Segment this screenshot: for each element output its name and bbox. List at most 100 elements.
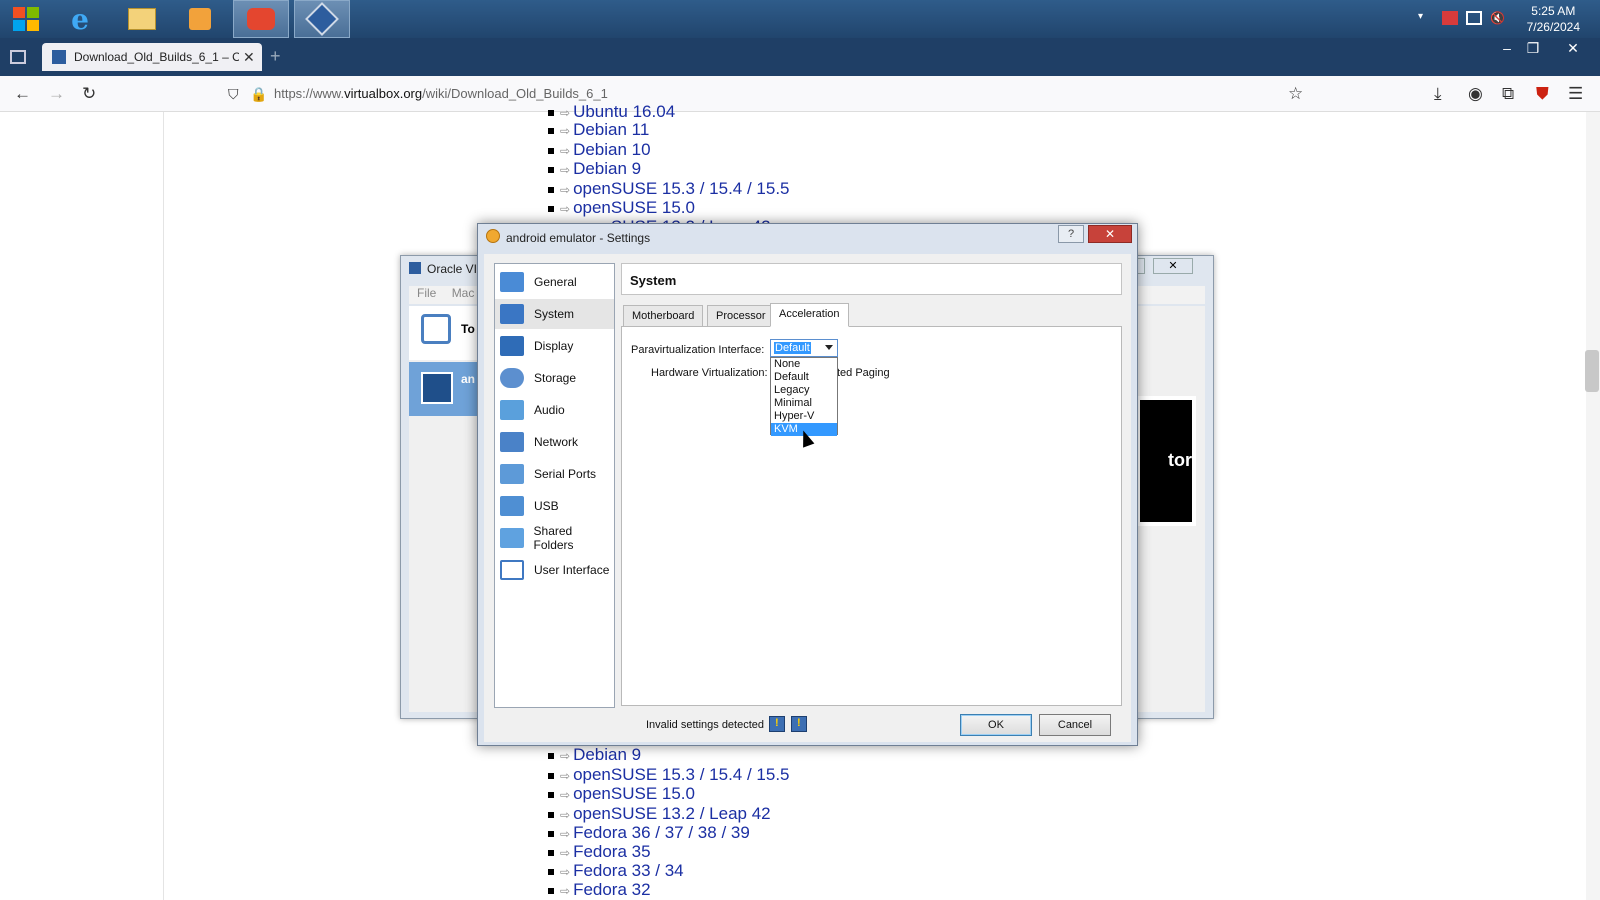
browser-tab[interactable]: Download_Old_Builds_6_1 – Or ✕ — [42, 43, 262, 71]
sidebar-item-usb[interactable]: USB — [495, 491, 614, 521]
start-button[interactable] — [6, 0, 46, 38]
tools-item[interactable]: To — [409, 306, 485, 360]
sidebar-item-shared-folders[interactable]: Shared Folders — [495, 523, 614, 553]
external-link-icon: ⇨ — [560, 769, 571, 783]
firefox-taskbar-button[interactable] — [233, 0, 289, 38]
back-icon[interactable]: ← — [14, 84, 31, 104]
media-player-taskbar-button[interactable] — [178, 0, 222, 38]
scrollbar-thumb[interactable] — [1585, 350, 1599, 392]
option-hyper-v[interactable]: Hyper-V — [771, 410, 837, 423]
minimize-icon[interactable]: – — [1494, 40, 1520, 62]
shield-icon[interactable]: ⛉ — [228, 86, 239, 103]
sidebar-item-serial-ports[interactable]: Serial Ports — [495, 459, 614, 489]
clock[interactable]: 5:25 AM 7/26/2024 — [1527, 3, 1580, 35]
shared-folder-icon — [500, 528, 524, 548]
android-vm-icon — [421, 372, 453, 404]
new-tab-icon[interactable]: + — [270, 46, 281, 67]
sidebar-item-network[interactable]: Network — [495, 427, 614, 457]
volume-muted-icon[interactable]: 🔇 — [1490, 11, 1506, 25]
explorer-taskbar-button[interactable] — [120, 0, 164, 38]
sidebar-item-audio[interactable]: Audio — [495, 395, 614, 425]
ok-button[interactable]: OK — [960, 714, 1032, 736]
serial-port-icon — [500, 464, 524, 484]
manager-close-icon[interactable]: ✕ — [1153, 258, 1193, 274]
list-item[interactable]: ⇨openSUSE 13.2 / Leap 42 — [548, 804, 771, 824]
close-dialog-button[interactable]: ✕ — [1088, 225, 1132, 243]
forward-icon[interactable]: → — [48, 84, 65, 104]
nested-paging-checkbox-label[interactable]: ted Paging — [837, 367, 890, 379]
network-icon[interactable] — [1466, 11, 1482, 25]
ublock-icon[interactable]: ⛊ — [1536, 84, 1549, 104]
external-link-icon: ⇨ — [560, 788, 571, 802]
tools-label: To — [461, 322, 475, 336]
url-bar[interactable]: https://www.virtualbox.org/wiki/Download… — [274, 86, 608, 101]
external-link-icon: ⇨ — [560, 163, 571, 177]
tab-processor[interactable]: Processor — [707, 305, 775, 327]
account-icon[interactable]: ◉ — [1468, 84, 1483, 104]
list-item[interactable]: ⇨ Debian 11 — [548, 120, 649, 140]
firefox-icon — [247, 8, 275, 30]
list-item[interactable]: ⇨ Fedora 35 — [548, 842, 651, 862]
list-item[interactable]: ⇨ openSUSE 15.3 / 15.4 / 15.5 — [548, 765, 790, 785]
tools-icon — [421, 314, 451, 344]
menu-icon[interactable]: ☰ — [1568, 84, 1583, 104]
downloads-icon[interactable]: ⤓ — [1434, 84, 1442, 104]
list-item[interactable]: ⇨ Fedora 33 / 34 — [548, 861, 684, 881]
ie-taskbar-button[interactable]: e — [58, 0, 102, 38]
browser-tab-bar: Download_Old_Builds_6_1 – Or ✕ + — [0, 38, 1600, 76]
internet-explorer-icon: e — [71, 2, 89, 36]
list-item[interactable]: ⇨ openSUSE 15.0 — [548, 198, 695, 218]
section-title: System — [621, 263, 1122, 295]
sidebar-item-user-interface[interactable]: User Interface — [495, 555, 614, 585]
help-button[interactable]: ? — [1058, 225, 1084, 243]
tab-motherboard[interactable]: Motherboard — [623, 305, 704, 327]
virtualbox-taskbar-button[interactable] — [294, 0, 350, 38]
list-item[interactable]: ⇨ Ubuntu 16.04 — [548, 102, 675, 122]
windows-logo-icon — [13, 7, 39, 31]
tab-acceleration[interactable]: Acceleration — [770, 303, 849, 327]
action-center-icon[interactable] — [1442, 11, 1458, 25]
close-tab-icon[interactable]: ✕ — [243, 49, 255, 66]
sidebar-item-system[interactable]: System — [495, 299, 614, 329]
paravirtualization-label: Paravirtualization Interface: — [631, 344, 765, 356]
cancel-button[interactable]: Cancel — [1039, 714, 1111, 736]
vm-label: an — [461, 372, 476, 386]
extensions-icon[interactable]: ⧉ — [1502, 84, 1514, 104]
warning-icon[interactable] — [769, 716, 785, 732]
page-scrollbar[interactable] — [1586, 112, 1600, 900]
tab-overview-icon[interactable] — [10, 50, 26, 64]
list-item[interactable]: ⇨ Fedora 36 / 37 / 38 / 39 — [548, 823, 750, 843]
sidebar-item-display[interactable]: Display — [495, 331, 614, 361]
url-prefix: https://www. — [274, 86, 345, 101]
option-none[interactable]: None — [771, 358, 837, 371]
virtualbox-icon — [409, 262, 421, 274]
external-link-icon: ⇨ — [560, 846, 571, 860]
settings-dialog[interactable]: android emulator - Settings ? ✕ General … — [477, 223, 1138, 746]
list-item[interactable]: ⇨ openSUSE 15.3 / 15.4 / 15.5 — [548, 179, 790, 199]
close-window-icon[interactable]: ✕ — [1560, 40, 1586, 62]
restore-icon[interactable]: ❐ — [1520, 40, 1546, 62]
list-item[interactable]: ⇨ Debian 9 — [548, 159, 641, 179]
option-minimal[interactable]: Minimal — [771, 397, 837, 410]
paravirtualization-dropdown-list[interactable]: None Default Legacy Minimal Hyper-V KVM — [770, 357, 838, 436]
menu-file[interactable]: File — [417, 286, 436, 300]
sidebar-item-general[interactable]: General — [495, 267, 614, 297]
acceleration-pane: Paravirtualization Interface: Hardware V… — [621, 326, 1122, 706]
paravirtualization-select[interactable]: Default — [770, 339, 838, 357]
dialog-body: General System Display Storage Audio Net… — [484, 254, 1131, 742]
option-legacy[interactable]: Legacy — [771, 384, 837, 397]
bookmark-star-icon[interactable]: ☆ — [1288, 84, 1303, 104]
chevron-up-icon[interactable]: ▾ — [1418, 11, 1434, 25]
list-item[interactable]: ⇨ openSUSE 15.0 — [548, 784, 695, 804]
warning-icon[interactable] — [791, 716, 807, 732]
list-item[interactable]: ⇨ Fedora 32 — [548, 880, 651, 900]
general-icon — [500, 272, 524, 292]
sidebar-item-storage[interactable]: Storage — [495, 363, 614, 393]
vm-item[interactable]: an — [409, 362, 485, 416]
reload-icon[interactable]: ↻ — [82, 84, 96, 104]
list-item[interactable]: ⇨ Debian 10 — [548, 140, 651, 160]
menu-machine[interactable]: Mac — [452, 286, 475, 300]
option-default[interactable]: Default — [771, 371, 837, 384]
list-item[interactable]: ⇨ Debian 9 — [548, 745, 641, 765]
url-path: /wiki/Download_Old_Builds_6_1 — [422, 86, 608, 101]
